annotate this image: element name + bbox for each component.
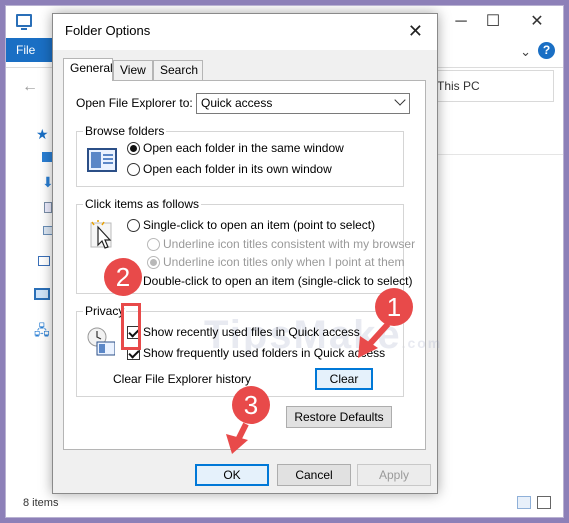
explorer-window: ─ ☐ ✕ File ⌄ ? ← This PC ★ ⬇ 🖧 8 items F… [5, 5, 564, 518]
tab-general[interactable]: General [63, 58, 113, 81]
annotation-arrows [226, 321, 391, 454]
arrow-head-ok [226, 434, 248, 454]
arrow-to-clear-button [365, 321, 391, 349]
